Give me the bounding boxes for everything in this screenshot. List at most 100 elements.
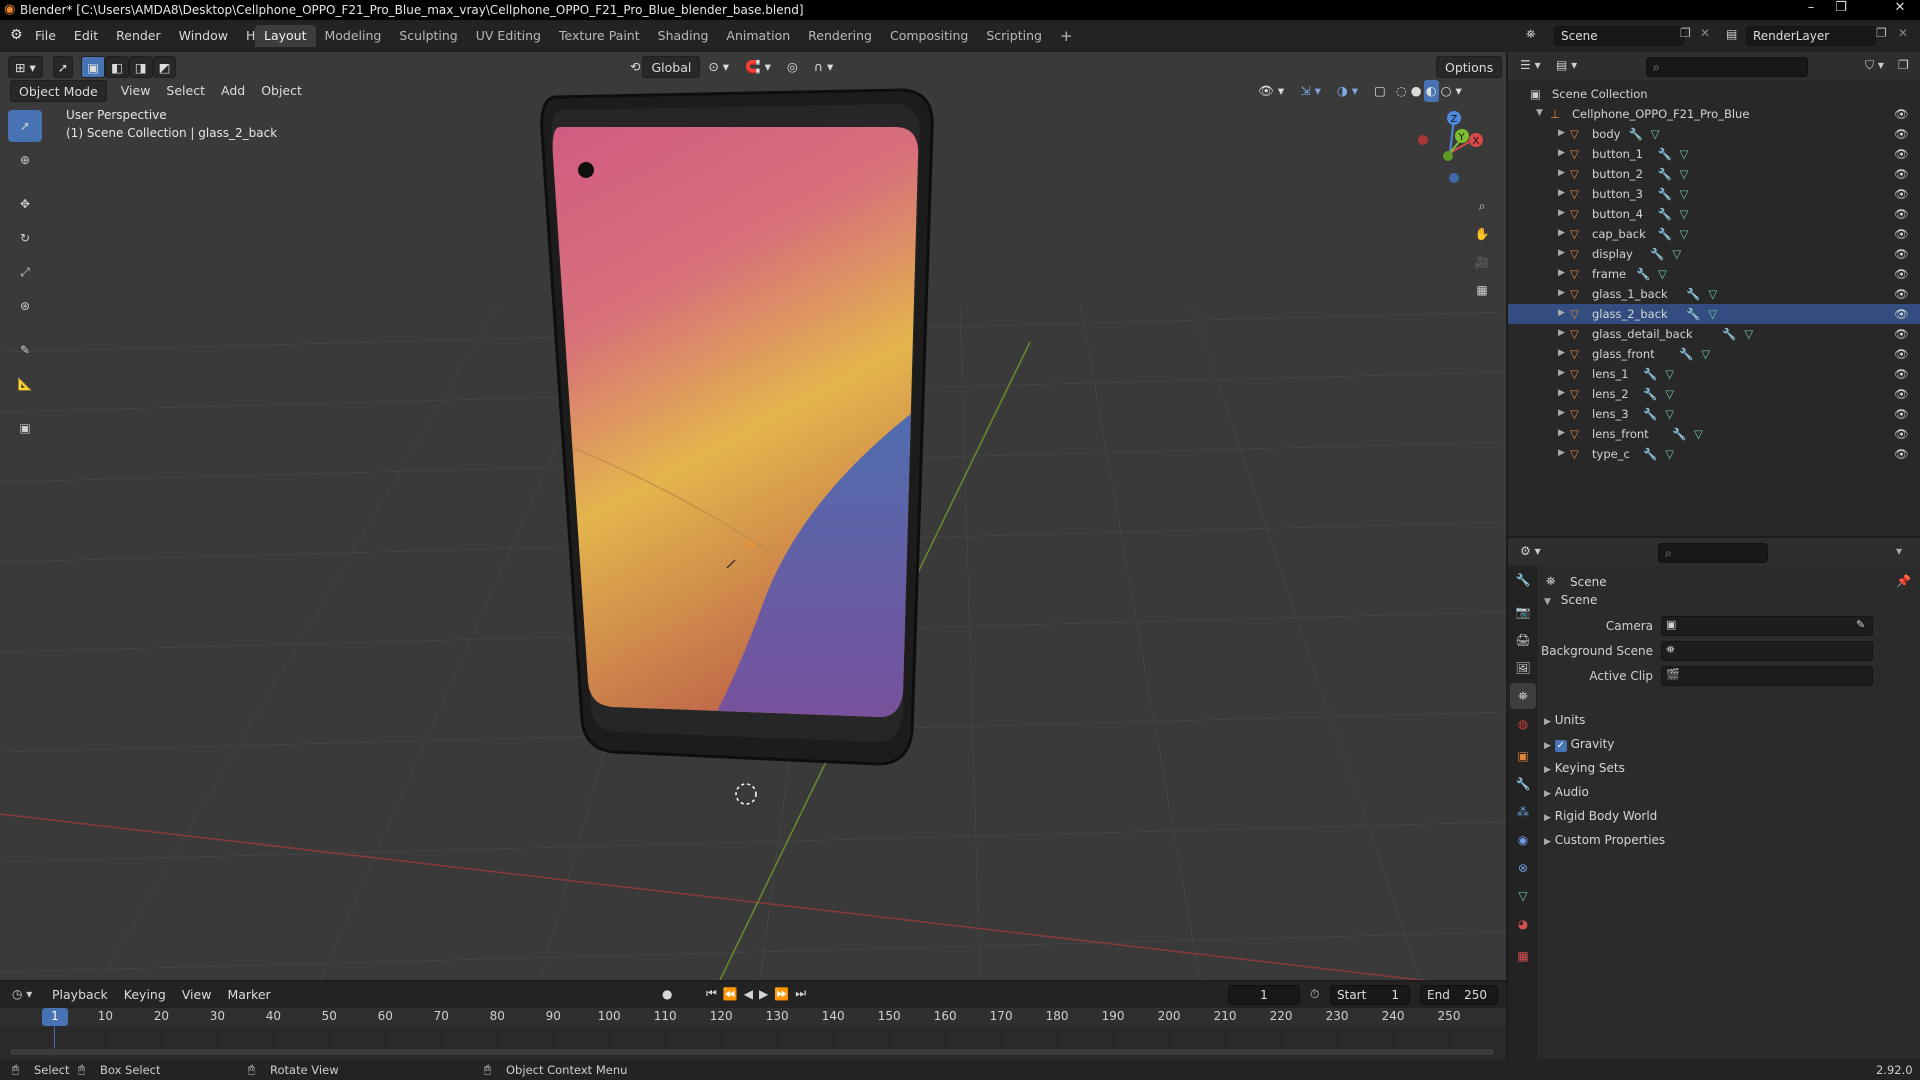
filter-icon[interactable]: ⛉ ▾ [1865, 58, 1884, 73]
timeline-editor-type-icon[interactable]: ◷ ▾ [12, 987, 32, 1001]
new-view-layer-icon[interactable]: ❐ [1876, 26, 1887, 40]
jump-end-icon[interactable]: ⏭ [795, 986, 806, 1001]
new-collection-icon[interactable]: ❐ [1898, 58, 1909, 72]
outliner-item[interactable]: ▶ ▽ glass_1_back 👁 🔧 ▽ [1508, 284, 1920, 304]
outliner-item[interactable]: ▶ ▽ lens_1 👁 🔧 ▽ [1508, 364, 1920, 384]
expand-icon[interactable]: ▶ [1558, 288, 1565, 298]
camera-field[interactable]: ▣ ✎ [1661, 616, 1873, 636]
expand-icon[interactable]: ▶ [1558, 168, 1565, 178]
scale-tool-icon[interactable]: ⤢ [8, 256, 42, 288]
mesh-data-icon[interactable]: ▽ [1680, 227, 1689, 241]
visibility-eye-icon[interactable]: 👁 [1894, 307, 1909, 321]
timeline-menu-keying[interactable]: Keying [116, 984, 174, 1006]
collapse-icon[interactable]: ▼ [1536, 108, 1543, 118]
outliner-item[interactable]: ▶ ▽ lens_front 👁 🔧 ▽ [1508, 424, 1920, 444]
gravity-panel[interactable]: ▶ ✓ Gravity [1544, 732, 1914, 756]
material-preview-icon[interactable]: ◐ [1423, 80, 1439, 102]
expand-icon[interactable]: ▶ [1558, 368, 1565, 378]
pan-hand-icon[interactable]: ✋ [1468, 220, 1496, 248]
properties-search-input[interactable]: ⌕ [1658, 543, 1768, 563]
add-cube-tool-icon[interactable]: ▣ [8, 412, 42, 444]
keying-sets-panel[interactable]: ▶ Keying Sets [1544, 756, 1914, 780]
mesh-data-icon[interactable]: ▽ [1680, 167, 1689, 181]
eyedropper-icon[interactable]: ✎ [1856, 618, 1865, 631]
camera-view-icon[interactable]: 🎥 [1468, 248, 1496, 276]
delete-view-layer-icon[interactable]: ✕ [1898, 26, 1908, 40]
solid-shading-icon[interactable]: ● [1409, 80, 1424, 102]
select-mode-subtract-icon[interactable]: ◨ [128, 56, 153, 78]
outliner-item[interactable]: ▶ ▽ button_4 👁 🔧 ▽ [1508, 204, 1920, 224]
menu-render[interactable]: Render [107, 20, 170, 52]
jump-prev-keyframe-icon[interactable]: ⏪ [723, 987, 738, 1001]
xray-toggle-icon[interactable]: ▢ [1366, 80, 1394, 102]
scene-name-field[interactable]: Scene [1554, 26, 1684, 46]
expand-icon[interactable]: ▶ [1558, 348, 1565, 358]
outliner-item[interactable]: ▶ ▽ button_2 👁 🔧 ▽ [1508, 164, 1920, 184]
mesh-data-icon[interactable]: ▽ [1680, 147, 1689, 161]
outliner-search-input[interactable]: ⌕ [1646, 57, 1808, 77]
mesh-data-icon[interactable]: ▽ [1665, 447, 1674, 461]
modifier-icon[interactable]: 🔧 [1643, 407, 1657, 421]
minimize-icon[interactable]: – [1796, 0, 1826, 20]
snap-icon[interactable]: 🧲 ▾ [737, 56, 779, 78]
transform-orientation-dropdown[interactable]: Global [642, 56, 701, 78]
outliner-item[interactable]: ▶ ▽ glass_front 👁 🔧 ▽ [1508, 344, 1920, 364]
3d-cursor[interactable] [735, 783, 757, 805]
3d-viewport[interactable]: ⊞ ▾ ➚ ▣ ◧ ◨ ◩ ⟲ Global ⊙ ▾ 🧲 ▾ ◎ ∩ ▾ Opt… [0, 52, 1506, 980]
display-mode-icon[interactable]: ▤ ▾ [1556, 58, 1577, 72]
overlays-toggle-icon[interactable]: ◑ ▾ [1329, 80, 1366, 102]
properties-options-icon[interactable]: ▾ [1896, 544, 1902, 558]
viewport-menu-view[interactable]: View [113, 80, 159, 102]
outliner-item[interactable]: ▶ ▽ cap_back 👁 🔧 ▽ [1508, 224, 1920, 244]
visibility-eye-icon[interactable]: 👁 [1894, 327, 1909, 341]
modifier-properties-icon[interactable]: 🔧 [1510, 771, 1536, 797]
options-dropdown[interactable]: Options [1436, 56, 1503, 78]
viewport-menu-select[interactable]: Select [158, 80, 213, 102]
modifier-icon[interactable]: 🔧 [1722, 327, 1736, 341]
tab-modeling[interactable]: Modeling [316, 25, 391, 47]
modifier-icon[interactable]: 🔧 [1650, 247, 1664, 261]
pivot-point-icon[interactable]: ⊙ ▾ [700, 56, 737, 78]
delete-scene-icon[interactable]: ✕ [1700, 26, 1710, 40]
mesh-data-icon[interactable]: ▽ [1651, 127, 1660, 141]
gravity-checkbox[interactable]: ✓ [1554, 740, 1567, 752]
timeline-scrollbar[interactable] [10, 1049, 1494, 1055]
active-clip-field[interactable]: 🎬 [1661, 666, 1873, 686]
measure-tool-icon[interactable]: 📐 [8, 368, 42, 400]
mesh-data-icon[interactable]: ▽ [1694, 427, 1703, 441]
expand-icon[interactable]: ▶ [1558, 268, 1565, 278]
menu-edit[interactable]: Edit [65, 20, 107, 52]
proportional-edit-icon[interactable]: ◎ [779, 56, 806, 78]
tab-uv-editing[interactable]: UV Editing [467, 25, 550, 47]
close-window-icon[interactable]: ✕ [1880, 0, 1920, 20]
ortho-toggle-icon[interactable]: ▦ [1468, 276, 1496, 304]
select-mode-invert-icon[interactable]: ◩ [152, 56, 177, 78]
new-scene-icon[interactable]: ❐ [1680, 26, 1691, 40]
data-properties-icon[interactable]: ▽ [1510, 883, 1536, 909]
modifier-icon[interactable]: 🔧 [1658, 227, 1672, 241]
expand-icon[interactable]: ▶ [1558, 388, 1565, 398]
visibility-eye-icon[interactable]: 👁 [1894, 427, 1909, 441]
visibility-eye-icon[interactable]: 👁 [1894, 367, 1909, 381]
select-mode-extend-icon[interactable]: ◧ [105, 56, 129, 78]
tab-compositing[interactable]: Compositing [881, 25, 977, 47]
editor-type-icon[interactable]: ⊞ ▾ [8, 56, 43, 78]
expand-icon[interactable]: ▶ [1558, 308, 1565, 318]
outliner-item[interactable]: ▶ ▽ display 👁 🔧 ▽ [1508, 244, 1920, 264]
tab-animation[interactable]: Animation [717, 25, 799, 47]
texture-properties-icon[interactable]: ▦ [1510, 943, 1536, 969]
expand-icon[interactable]: ▶ [1558, 208, 1565, 218]
play-icon[interactable]: ▶ [759, 987, 768, 1001]
modifier-icon[interactable]: 🔧 [1658, 167, 1672, 181]
outliner-item[interactable]: ▶ ▽ lens_2 👁 🔧 ▽ [1508, 384, 1920, 404]
audio-panel[interactable]: ▶ Audio [1544, 780, 1914, 804]
mesh-data-icon[interactable]: ▽ [1665, 367, 1674, 381]
material-properties-icon[interactable]: ◕ [1510, 911, 1536, 937]
rotate-tool-icon[interactable]: ↻ [8, 222, 42, 254]
custom-properties-panel[interactable]: ▶ Custom Properties [1544, 828, 1914, 852]
menu-window[interactable]: Window [170, 20, 237, 52]
visibility-eye-icon[interactable]: 👁 [1894, 407, 1909, 421]
mesh-data-icon[interactable]: ▽ [1708, 307, 1717, 321]
visibility-selectability-icon[interactable]: 👁 ▾ [1250, 80, 1292, 102]
tab-sculpting[interactable]: Sculpting [390, 25, 466, 47]
